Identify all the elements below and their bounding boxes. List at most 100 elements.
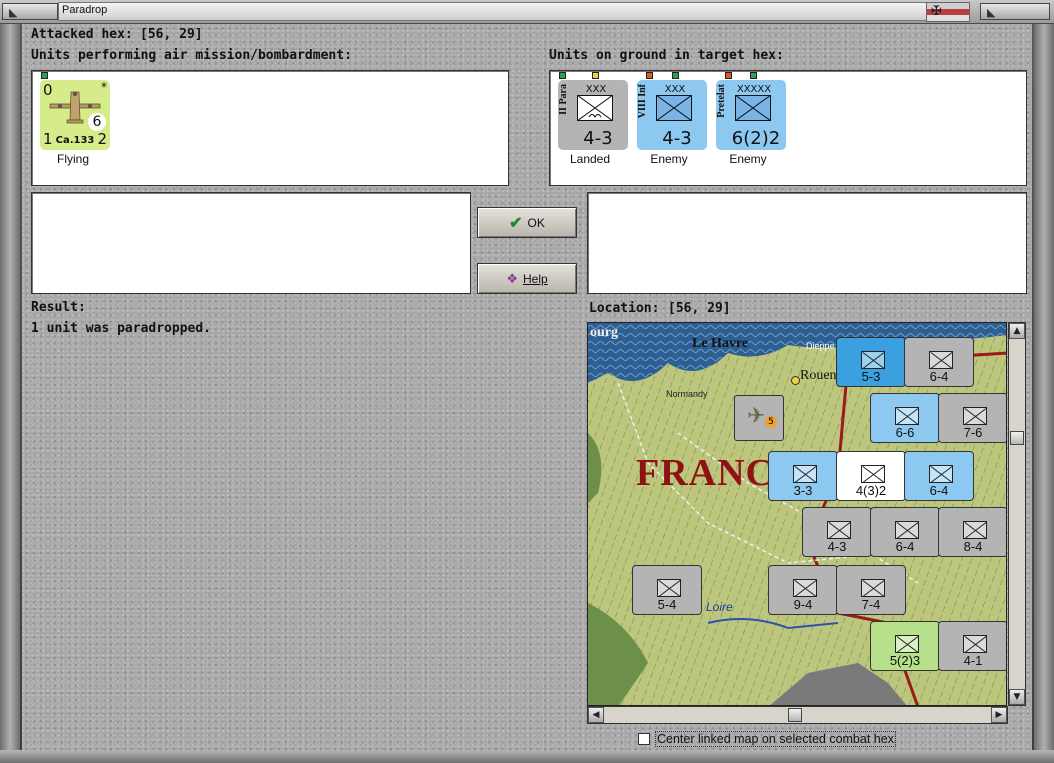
title-bar: ◣ Paradrop ✠ ◣ <box>0 0 1054 24</box>
unit-strength: 6(2)2 <box>731 128 781 149</box>
map-horizontal-scrollbar[interactable]: ◀ ▶ <box>587 706 1008 724</box>
center-map-checkbox[interactable] <box>638 733 650 745</box>
map-unit-symbol <box>861 465 885 483</box>
map-counter-value: 7-4 <box>861 597 881 612</box>
map-vertical-scroll-thumb[interactable] <box>1010 431 1024 445</box>
unit-strength: 4-3 <box>662 128 692 149</box>
unit-name: VIII Inf <box>637 84 648 119</box>
map-counter[interactable]: 5-3 <box>836 337 906 387</box>
close-arrow-icon: ◣ <box>987 6 996 19</box>
map-air-unit[interactable]: ✈ 5 <box>734 395 784 441</box>
help-button-label: Help <box>522 271 548 286</box>
map-unit-symbol <box>861 351 885 369</box>
window-menu-button[interactable]: ◣ <box>2 3 58 20</box>
help-book-icon: ❖ <box>506 270 518 286</box>
center-map-checkbox-label[interactable]: Center linked map on selected combat hex <box>655 731 896 747</box>
scroll-left-icon[interactable]: ◀ <box>588 707 604 723</box>
map-counter-value: 6-4 <box>929 483 949 498</box>
map-unit-symbol <box>963 521 987 539</box>
ground-units-heading: Units on ground in target hex: <box>549 48 784 63</box>
map-counter-value: 6-4 <box>929 369 949 384</box>
unit-size: XXX <box>585 84 607 95</box>
unit-size: XXXXX <box>736 84 772 95</box>
frame-left <box>0 24 20 752</box>
attacked-hex-value: [56, 29] <box>140 27 203 42</box>
map-counter[interactable]: 6-4 <box>904 337 974 387</box>
title-field <box>58 2 928 21</box>
unit-top-right: * <box>101 80 107 94</box>
unit-strength: 4-3 <box>583 128 613 149</box>
ok-button[interactable]: ✔ OK <box>477 207 577 238</box>
frame-right <box>1034 24 1054 752</box>
map-counter[interactable]: 5(2)3 <box>870 621 940 671</box>
map-counter-value: 6-4 <box>895 539 915 554</box>
unit-name: II Para <box>558 84 569 115</box>
location-value: [56, 29] <box>668 301 731 316</box>
map-country-name: FRANC <box>636 452 774 494</box>
map-counter[interactable]: 6-4 <box>904 451 974 501</box>
map-counter-value: 5-4 <box>657 597 677 612</box>
map-counter[interactable]: 4(3)2 <box>836 451 906 501</box>
scroll-down-icon[interactable]: ▼ <box>1009 689 1025 705</box>
map-unit-symbol <box>963 407 987 425</box>
window-title: Paradrop <box>62 4 108 16</box>
air-unit-status: Flying <box>56 152 89 166</box>
air-unit-ca133[interactable]: 0 * 6 1 Ca.133 2 <box>40 80 110 150</box>
window-close-button[interactable]: ◣ <box>980 3 1050 20</box>
map-counter[interactable]: 6-6 <box>870 393 940 443</box>
map-counter-value: 7-6 <box>963 425 983 440</box>
map-counter[interactable]: 6-4 <box>870 507 940 557</box>
map-unit-symbol <box>895 635 919 653</box>
map-place-name: Dieppe <box>806 341 835 351</box>
map-counter[interactable]: 3-3 <box>768 451 838 501</box>
air-units-heading: Units performing air mission/bombardment… <box>31 48 352 63</box>
map-place-name: ourg <box>590 325 618 340</box>
map-counter-value: 9-4 <box>793 597 813 612</box>
help-button[interactable]: ❖ Help <box>477 263 577 294</box>
air-unit-details <box>31 192 471 294</box>
status-dot-icon <box>672 72 679 79</box>
result-label: Result: <box>31 300 86 315</box>
ground-unit-viii-inf[interactable]: VIII Inf XXX 4-3 <box>637 80 707 150</box>
status-dot-icon <box>646 72 653 79</box>
map-unit-symbol <box>793 579 817 597</box>
infantry-icon <box>656 95 692 121</box>
attacked-hex-label: Attacked hex: <box>31 27 133 42</box>
map-counter-value: 4-1 <box>963 653 983 668</box>
nation-flag-icon: ✠ <box>926 2 970 22</box>
ground-unit-status: Enemy <box>729 152 767 166</box>
scroll-right-icon[interactable]: ▶ <box>991 707 1007 723</box>
map-counter[interactable]: 7-4 <box>836 565 906 615</box>
map-unit-symbol <box>657 579 681 597</box>
city-marker-icon <box>791 376 800 385</box>
ok-button-label: OK <box>527 215 545 230</box>
map-counter[interactable]: 4-3 <box>802 507 872 557</box>
ground-unit-pretelat[interactable]: Pretelat XXXXX 6(2)2 <box>716 80 786 150</box>
map-unit-symbol <box>963 635 987 653</box>
map-counter[interactable]: 7-6 <box>938 393 1006 443</box>
map-counter[interactable]: 9-4 <box>768 565 838 615</box>
status-dot-icon <box>750 72 757 79</box>
location-map[interactable]: ourg Le Havre Dieppe Rouen Normandy FRAN… <box>587 322 1007 706</box>
map-horizontal-scroll-thumb[interactable] <box>788 708 802 722</box>
status-dot-icon <box>592 72 599 79</box>
map-vertical-scrollbar[interactable]: ▲ ▼ <box>1008 322 1026 706</box>
map-plane-icon: ✈ <box>747 404 766 429</box>
map-place-name: Normandy <box>666 389 708 399</box>
army-icon <box>735 95 771 121</box>
map-unit-symbol <box>861 579 885 597</box>
map-counter-value: 4-3 <box>827 539 847 554</box>
map-counter[interactable]: 5-4 <box>632 565 702 615</box>
map-place-name: Rouen <box>800 368 837 383</box>
map-unit-symbol <box>929 351 953 369</box>
scroll-up-icon[interactable]: ▲ <box>1009 323 1025 339</box>
map-counter[interactable]: 8-4 <box>938 507 1006 557</box>
unit-bottom-right: 2 <box>97 130 107 148</box>
map-counter-value: 8-4 <box>963 539 983 554</box>
ground-unit-ii-para[interactable]: II Para XXX 4-3 <box>558 80 628 150</box>
status-dot-icon <box>725 72 732 79</box>
menu-arrow-icon: ◣ <box>9 6 18 19</box>
map-counter[interactable]: 4-1 <box>938 621 1006 671</box>
map-counter-value: 5-3 <box>861 369 881 384</box>
ground-unit-status: Landed <box>569 152 611 166</box>
